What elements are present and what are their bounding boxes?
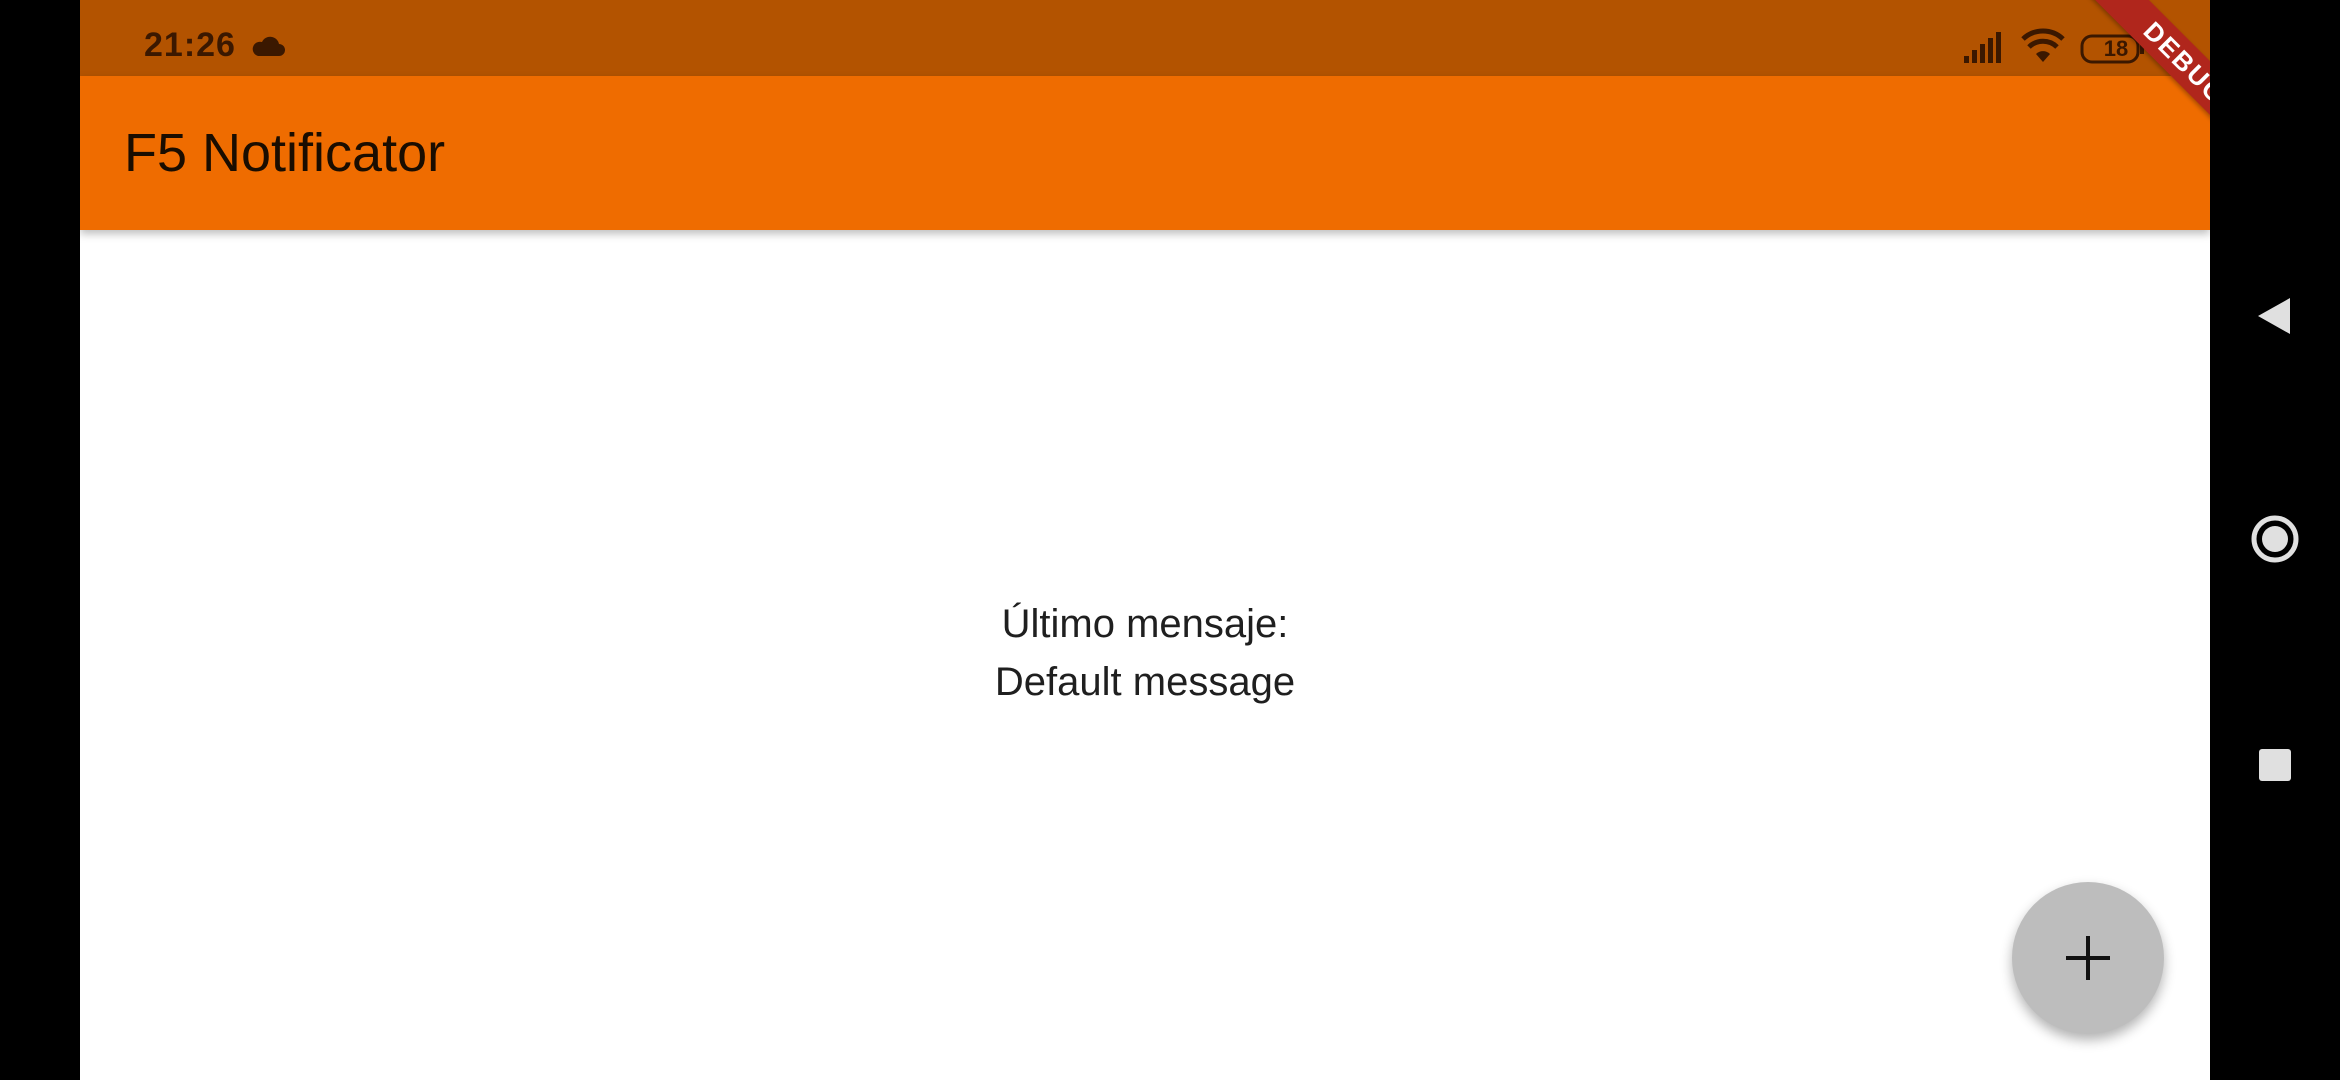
app-title: F5 Notificator bbox=[124, 123, 446, 183]
debug-ribbon-label: DEBUG bbox=[2090, 0, 2210, 150]
plus-icon bbox=[2066, 936, 2110, 980]
message-label: Último mensaje: bbox=[1001, 602, 1289, 646]
app-window: 21:26 18 F5 Notificator DEBUG Último men… bbox=[80, 0, 2210, 1080]
cloud-icon bbox=[252, 36, 285, 56]
back-icon[interactable] bbox=[2254, 296, 2294, 336]
main-content: Último mensaje: Default message bbox=[80, 230, 2210, 1080]
home-icon[interactable] bbox=[2250, 514, 2300, 564]
system-nav-bar bbox=[2210, 0, 2340, 1080]
recents-icon[interactable] bbox=[2258, 748, 2292, 782]
signal-icon bbox=[1964, 32, 2001, 63]
status-bar: 21:26 18 bbox=[80, 0, 2210, 76]
message-value: Default message bbox=[994, 660, 1296, 704]
debug-banner: DEBUG bbox=[2060, 0, 2210, 150]
add-fab-button[interactable] bbox=[2012, 882, 2164, 1034]
status-time: 21:26 bbox=[144, 26, 236, 64]
app-bar: F5 Notificator bbox=[80, 76, 2210, 230]
message-block: Último mensaje: Default message bbox=[80, 595, 2210, 711]
device-screen: 21:26 18 F5 Notificator DEBUG Último men… bbox=[0, 0, 2340, 1080]
